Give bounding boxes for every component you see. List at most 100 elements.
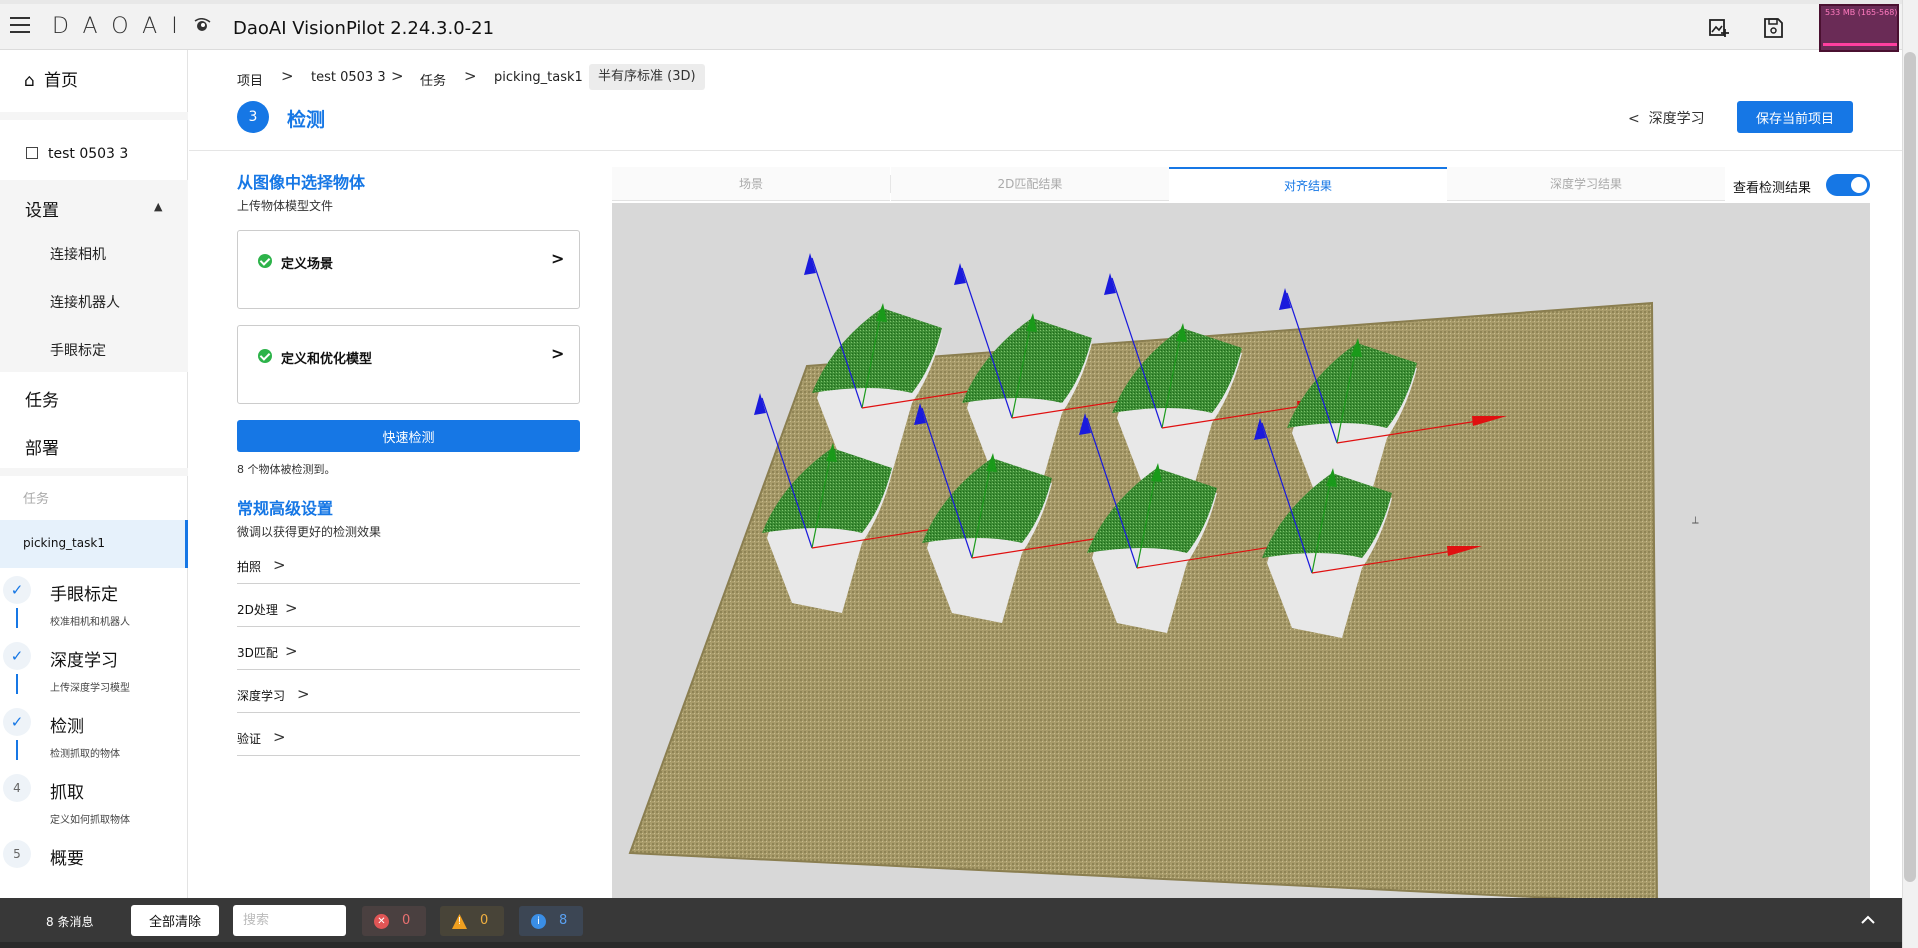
sidebar-home-label: 首页 (44, 71, 78, 91)
sidebar-item-connect-robot[interactable]: 连接机器人 (50, 292, 120, 312)
chevron-up-icon[interactable] (1858, 910, 1878, 930)
chevron-right-icon: > (281, 67, 294, 85)
sidebar-item-connect-camera[interactable]: 连接相机 (50, 244, 106, 264)
tab-scene[interactable]: 场景 (612, 167, 890, 201)
message-search-input[interactable] (233, 905, 346, 936)
home-icon: ⌂ (24, 71, 35, 91)
step-subtitle: 上传深度学习模型 (50, 683, 130, 694)
eye-icon (194, 18, 211, 31)
info-icon: i (531, 914, 546, 929)
memory-bar (1823, 43, 1897, 46)
divider (0, 112, 188, 120)
tab-2d-match[interactable]: 2D匹配结果 (891, 167, 1169, 201)
info-filter[interactable]: i 8 (519, 906, 583, 936)
memory-readout: 533 MB (165-568) (1825, 8, 1898, 17)
step-subtitle: 定义如何抓取物体 (50, 815, 130, 826)
info-count: 8 (559, 913, 568, 928)
view-tabs: 场景 2D匹配结果 对齐结果 深度学习结果 (612, 167, 1725, 201)
adv-item-label: 深度学习 (237, 689, 286, 703)
select-object-title: 从图像中选择物体 (237, 173, 366, 192)
project-icon (26, 147, 38, 159)
breadcrumb-item[interactable]: picking_task1 (494, 70, 583, 85)
menu-icon[interactable] (10, 17, 30, 33)
adv-item-label: 2D处理 (237, 603, 278, 617)
adv-item-label: 验证 (237, 732, 262, 746)
step-title[interactable]: 抓取 (50, 778, 84, 803)
sidebar: ⌂ 首页 test 0503 3 设置 ▲ 连接相机 连接机器人 手眼标定 任务 … (0, 50, 188, 898)
title-bar: DAOAI DaoAI VisionPilot 2.24.3.0-21 533 … (0, 0, 1918, 52)
tab-alignment[interactable]: 对齐结果 (1169, 167, 1447, 201)
chevron-right-icon: > (273, 728, 286, 746)
chevron-right-icon: > (391, 67, 404, 85)
advanced-settings-subtitle: 微调以获得更好的检测效果 (237, 525, 382, 539)
save-project-button[interactable]: 保存当前项目 (1737, 101, 1853, 133)
breadcrumb-item[interactable]: 任务 (420, 70, 446, 89)
chevron-left-icon: < (1628, 111, 1649, 127)
step-connector (16, 608, 18, 628)
chevron-right-icon: > (285, 642, 298, 660)
project-label: test 0503 3 (48, 146, 129, 162)
error-filter[interactable]: ✕ 0 (362, 906, 426, 936)
adv-item-capture[interactable]: 拍照 > (237, 556, 580, 584)
save-icon[interactable] (1760, 15, 1786, 41)
chevron-right-icon: > (551, 344, 565, 363)
error-icon: ✕ (374, 914, 389, 929)
point-cloud-render[interactable]: ⟂ (612, 203, 1870, 898)
chevron-right-icon: > (551, 249, 565, 268)
breadcrumb-item[interactable]: test 0503 3 (311, 70, 386, 85)
step-badge-summary: 5 (3, 840, 31, 868)
error-count: 0 (402, 913, 411, 928)
warning-filter[interactable]: ! 0 (440, 906, 504, 936)
message-bar: 8 条消息 全部清除 ✕ 0 ! 0 i 8 (0, 898, 1902, 942)
task-type-tag: 半有序标准 (3D) (589, 64, 705, 90)
import-image-icon[interactable] (1706, 15, 1732, 41)
chevron-right-icon: > (273, 556, 286, 574)
step-connector (16, 674, 18, 694)
back-label: 深度学习 (1648, 111, 1705, 127)
show-results-toggle[interactable] (1826, 174, 1870, 196)
sidebar-item-active-task[interactable]: picking_task1 (0, 520, 188, 568)
3d-viewport[interactable]: ⟂ (612, 203, 1870, 898)
page-title: 检测 (287, 109, 326, 131)
step-title[interactable]: 检测 (50, 712, 84, 737)
adv-item-2d[interactable]: 2D处理 > (237, 599, 580, 627)
scrollbar-thumb[interactable] (1904, 52, 1916, 882)
sidebar-item-settings[interactable]: 设置 (25, 196, 59, 221)
current-step-badge: 3 (237, 101, 269, 133)
message-count: 8 条消息 (46, 915, 94, 929)
sidebar-item-deploy[interactable]: 部署 (25, 434, 59, 459)
adv-item-3d[interactable]: 3D匹配 > (237, 642, 580, 670)
step-badge-hand-eye: ✓ (3, 576, 31, 604)
check-circle-icon (258, 254, 272, 268)
adv-item-deep-learning[interactable]: 深度学习 > (237, 685, 580, 713)
sidebar-item-project[interactable]: test 0503 3 (26, 146, 128, 162)
show-results-label: 查看检测结果 (1733, 181, 1812, 196)
chevron-up-icon[interactable]: ▲ (154, 200, 162, 213)
step-title[interactable]: 概要 (50, 844, 84, 869)
sidebar-item-tasks[interactable]: 任务 (25, 386, 59, 411)
chevron-right-icon: > (297, 685, 310, 703)
back-button[interactable]: < 深度学习 (1628, 108, 1705, 128)
check-circle-icon (258, 349, 272, 363)
step-title[interactable]: 深度学习 (50, 646, 118, 671)
define-scene-card[interactable]: 定义场景 > (237, 230, 580, 309)
warning-count: 0 (480, 913, 489, 928)
adv-item-validation[interactable]: 验证 > (237, 728, 580, 756)
warning-icon: ! (452, 914, 467, 929)
sidebar-item-home[interactable]: ⌂ 首页 (24, 66, 78, 91)
adv-item-label: 拍照 (237, 560, 262, 574)
step-title[interactable]: 手眼标定 (50, 580, 118, 605)
divider (0, 468, 188, 476)
step-subtitle: 校准相机和机器人 (50, 617, 130, 628)
define-model-card[interactable]: 定义和优化模型 > (237, 325, 580, 404)
memory-monitor: 533 MB (165-568) (1819, 4, 1899, 52)
status-strip (0, 942, 1902, 948)
step-connector (16, 740, 18, 760)
clear-all-button[interactable]: 全部清除 (131, 905, 219, 936)
tab-deep-learning[interactable]: 深度学习结果 (1447, 167, 1725, 201)
quick-detect-button[interactable]: 快速检测 (237, 420, 580, 452)
breadcrumb-item[interactable]: 项目 (237, 70, 263, 89)
card-label: 定义场景 (281, 257, 334, 272)
sidebar-item-hand-eye[interactable]: 手眼标定 (50, 340, 106, 360)
divider (189, 150, 1902, 151)
